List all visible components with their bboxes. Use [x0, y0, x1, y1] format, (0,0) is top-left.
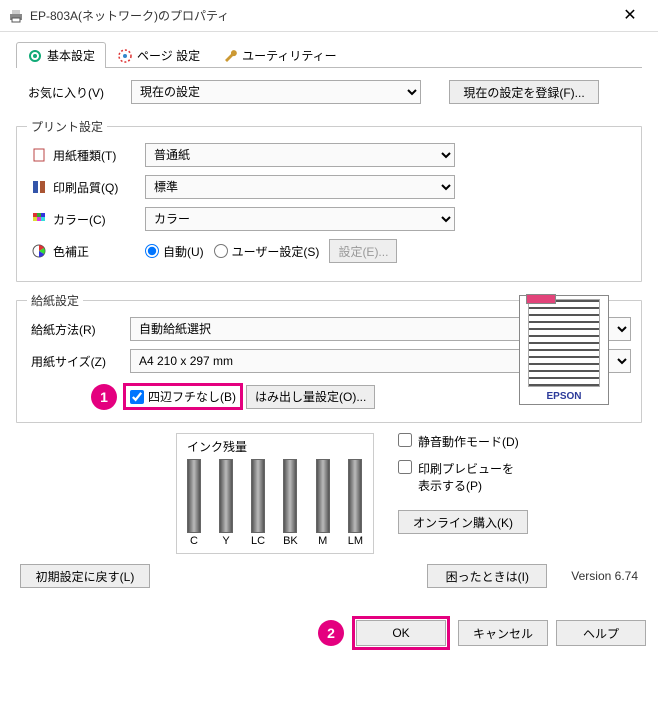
bottom-row: 初期設定に戻す(L) 困ったときは(I) Version 6.74	[20, 564, 638, 588]
troubleshoot-button[interactable]: 困ったときは(I)	[427, 564, 547, 588]
color-label: カラー(C)	[53, 211, 106, 228]
gear-icon	[27, 48, 43, 64]
color-correction-label: 色補正	[53, 243, 89, 260]
ink-box: インク残量 C Y LC BK M LM	[176, 433, 374, 554]
tab-page[interactable]: ページ 設定	[106, 42, 211, 68]
feed-method-label: 給紙方法(R)	[31, 321, 124, 338]
callout-1: 1	[91, 384, 117, 410]
ink-section: インク残量 C Y LC BK M LM 静音動作モード(D) 印刷プレビューを…	[16, 433, 642, 554]
radio-auto[interactable]: 自動(U)	[145, 243, 204, 260]
online-purchase-button[interactable]: オンライン購入(K)	[398, 510, 528, 534]
quiet-mode-label: 静音動作モード(D)	[418, 433, 519, 450]
ink-bar-lc	[251, 459, 265, 533]
print-settings-group: プリント設定 用紙種類(T) 普通紙 印刷品質(Q) 標準 カラー(C) カラー	[16, 118, 642, 282]
color-select[interactable]: カラー	[145, 207, 455, 231]
quality-icon	[31, 179, 47, 195]
dialog-buttons: 2 OK キャンセル ヘルプ	[0, 616, 646, 650]
titlebar: EP-803A(ネットワーク)のプロパティ ✕	[0, 0, 658, 32]
borderless-highlight: 四辺フチなし(B)	[123, 383, 243, 410]
quality-label: 印刷品質(Q)	[53, 179, 118, 196]
ink-bar-m	[316, 459, 330, 533]
right-options: 静音動作モード(D) 印刷プレビューを 表示する(P) オンライン購入(K)	[398, 433, 528, 534]
color-settings-button: 設定(E)...	[329, 239, 397, 263]
favorite-select[interactable]: 現在の設定	[131, 80, 421, 104]
tab-label: ページ 設定	[137, 47, 200, 64]
extend-settings-button[interactable]: はみ出し量設定(O)...	[246, 385, 375, 409]
window-title: EP-803A(ネットワーク)のプロパティ	[30, 7, 610, 24]
ink-bar-lm	[348, 459, 362, 533]
radio-auto-input[interactable]	[145, 244, 159, 258]
quality-select[interactable]: 標準	[145, 175, 455, 199]
printer-icon	[8, 8, 24, 24]
ink-bar-bk	[283, 459, 297, 533]
content-area: 基本設定 ページ 設定 ユーティリティー お気に入り(V) 現在の設定 現在の設…	[0, 32, 658, 588]
radio-user-input[interactable]	[214, 244, 228, 258]
ink-title: インク残量	[187, 438, 363, 455]
color-wheel-icon	[31, 243, 47, 259]
print-preview-label: 印刷プレビューを 表示する(P)	[418, 460, 514, 494]
register-favorite-button[interactable]: 現在の設定を登録(F)...	[449, 80, 599, 104]
wrench-icon	[222, 48, 238, 64]
favorite-row: お気に入り(V) 現在の設定 現在の設定を登録(F)...	[28, 80, 642, 104]
radio-user[interactable]: ユーザー設定(S)	[214, 243, 320, 260]
paper-settings-legend: 給紙設定	[27, 292, 83, 309]
quiet-mode-row[interactable]: 静音動作モード(D)	[398, 433, 528, 450]
print-settings-legend: プリント設定	[27, 118, 107, 135]
paper-size-label: 用紙サイズ(Z)	[31, 353, 124, 370]
preview-tab-icon	[526, 294, 556, 304]
ink-bar-y	[219, 459, 233, 533]
ok-button[interactable]: OK	[356, 620, 446, 646]
paper-type-label: 用紙種類(T)	[53, 147, 116, 164]
page-icon	[117, 48, 133, 64]
tab-label: ユーティリティー	[242, 47, 337, 64]
version-label: Version 6.74	[571, 569, 638, 583]
tab-utility[interactable]: ユーティリティー	[211, 42, 348, 68]
callout-2: 2	[318, 620, 344, 646]
ok-highlight: OK	[352, 616, 450, 650]
preview-logo: EPSON	[546, 391, 581, 402]
borderless-checkbox[interactable]	[130, 390, 144, 404]
ink-bar-c	[187, 459, 201, 533]
paper-preview: EPSON	[519, 295, 609, 405]
print-preview-row[interactable]: 印刷プレビューを 表示する(P)	[398, 460, 528, 494]
paper-type-select[interactable]: 普通紙	[145, 143, 455, 167]
color-grid-icon	[31, 211, 47, 227]
quiet-mode-checkbox[interactable]	[398, 433, 412, 447]
cancel-button[interactable]: キャンセル	[458, 620, 548, 646]
print-preview-checkbox[interactable]	[398, 460, 412, 474]
paper-icon	[31, 147, 47, 163]
tab-basic[interactable]: 基本設定	[16, 42, 106, 68]
help-button[interactable]: ヘルプ	[556, 620, 646, 646]
favorite-label: お気に入り(V)	[28, 84, 123, 101]
reset-defaults-button[interactable]: 初期設定に戻す(L)	[20, 564, 150, 588]
preview-lines-icon	[528, 299, 600, 387]
close-icon[interactable]: ✕	[610, 2, 650, 30]
borderless-label: 四辺フチなし(B)	[148, 388, 236, 405]
tab-bar: 基本設定 ページ 設定 ユーティリティー	[16, 42, 642, 68]
tab-label: 基本設定	[47, 47, 95, 64]
